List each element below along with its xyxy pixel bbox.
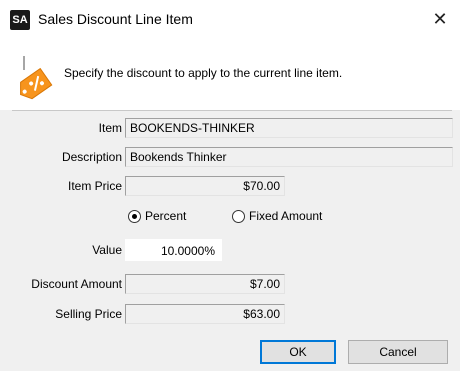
fixed-amount-radio[interactable]: Fixed Amount [232,207,322,225]
item-price-field: $70.00 [125,176,285,196]
discount-amount-field: $7.00 [125,274,285,294]
app-icon: SA [10,10,30,30]
discount-amount-label: Discount Amount [31,277,122,291]
cancel-button[interactable]: Cancel [348,340,448,364]
discount-tag-icon [20,56,53,100]
selling-price-field: $63.00 [125,304,285,324]
close-icon: ✕ [432,9,448,29]
value-input[interactable]: 10.0000% [125,239,222,261]
close-button[interactable]: ✕ [426,6,454,34]
header-divider [12,110,452,111]
fixed-amount-radio-label: Fixed Amount [249,209,323,223]
description-label: Description [61,150,122,164]
percent-radio-indicator [128,210,141,224]
percent-radio[interactable]: Percent [128,207,186,225]
instruction-text: Specify the discount to apply to the cur… [64,66,343,80]
sales-discount-dialog: SA Sales Discount Line Item ✕ Specify th… [0,0,460,371]
item-price-label: Item Price [67,179,122,193]
selling-price-label: Selling Price [55,307,122,321]
window-title: Sales Discount Line Item [38,11,193,27]
description-field: Bookends Thinker [125,147,453,167]
percent-radio-label: Percent [145,209,187,223]
item-field: BOOKENDS-THINKER [125,118,453,138]
ok-button[interactable]: OK [260,340,336,364]
value-label: Value [92,243,122,257]
item-label: Item [98,121,122,135]
fixed-amount-radio-indicator [232,210,245,224]
title-bar: SA Sales Discount Line Item ✕ [0,0,460,40]
